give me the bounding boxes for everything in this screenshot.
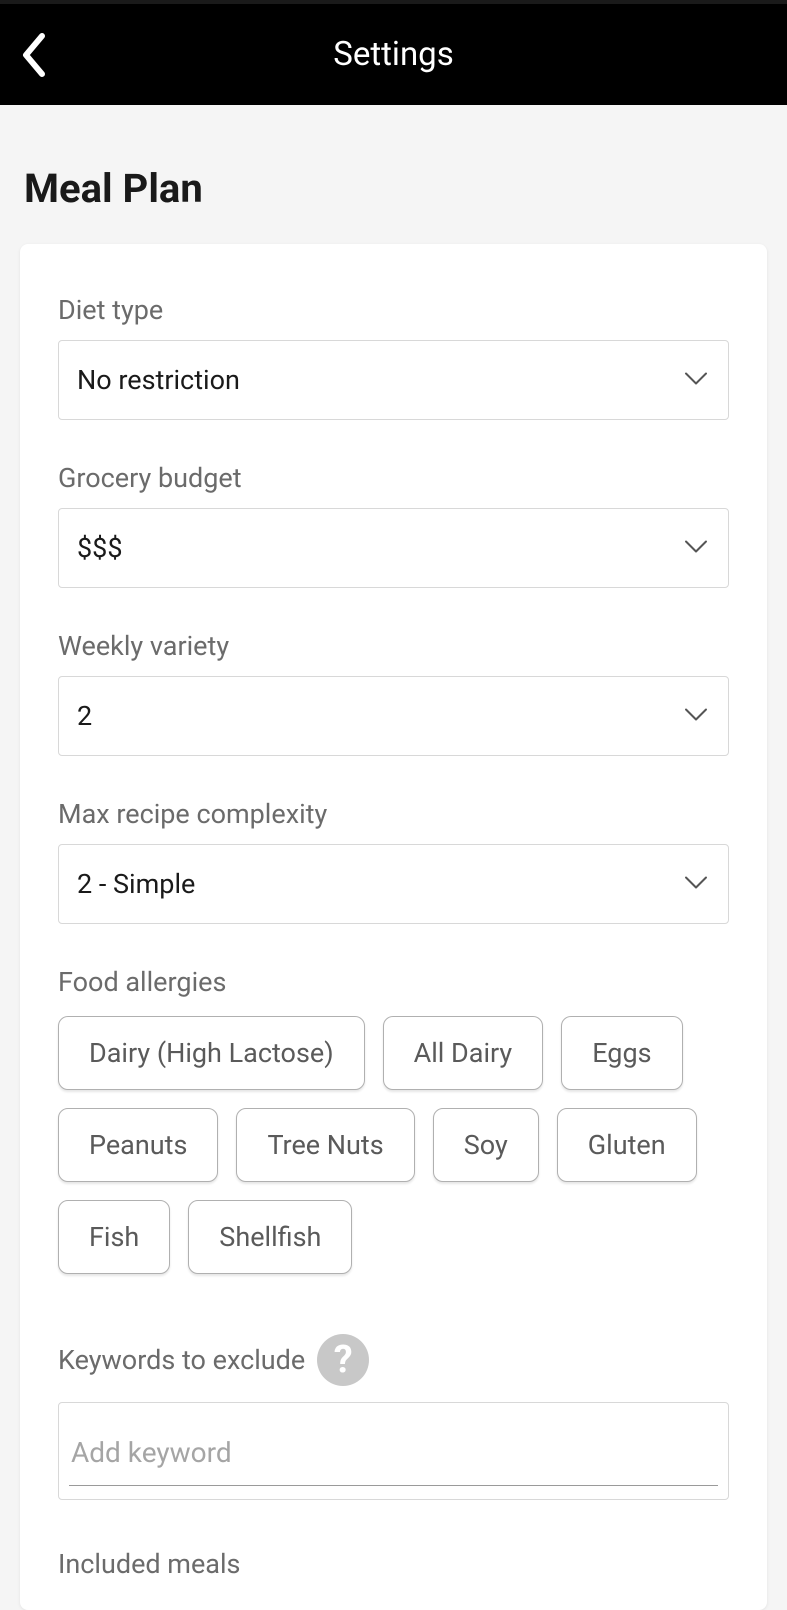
allergy-chip-soy[interactable]: Soy [433, 1108, 539, 1182]
food-allergies-field: Food allergies Dairy (High Lactose) All … [58, 966, 729, 1274]
allergy-chip-shellfish[interactable]: Shellfish [188, 1200, 352, 1274]
allergy-chip-gluten[interactable]: Gluten [557, 1108, 697, 1182]
diet-type-label: Diet type [58, 294, 729, 326]
grocery-budget-label: Grocery budget [58, 462, 729, 494]
diet-type-field: Diet type No restriction [58, 294, 729, 420]
max-complexity-select[interactable]: 2 - Simple [58, 844, 729, 924]
help-icon[interactable]: ? [317, 1334, 369, 1386]
allergy-chip-eggs[interactable]: Eggs [561, 1016, 682, 1090]
keywords-exclude-input[interactable] [69, 1416, 718, 1486]
settings-card: Diet type No restriction Grocery budget … [20, 244, 767, 1610]
food-allergies-label: Food allergies [58, 966, 729, 998]
app-header: Settings [0, 0, 787, 105]
diet-type-select[interactable]: No restriction [58, 340, 729, 420]
diet-type-value: No restriction [59, 364, 728, 396]
chevron-left-icon [18, 32, 50, 78]
max-complexity-field: Max recipe complexity 2 - Simple [58, 798, 729, 924]
allergy-chip-dairy-high-lactose[interactable]: Dairy (High Lactose) [58, 1016, 365, 1090]
grocery-budget-select[interactable]: $$$ [58, 508, 729, 588]
allergy-chips: Dairy (High Lactose) All Dairy Eggs Pean… [58, 1016, 729, 1274]
page-title: Meal Plan [20, 165, 767, 212]
weekly-variety-label: Weekly variety [58, 630, 729, 662]
chevron-down-icon [684, 707, 708, 726]
keywords-exclude-label: Keywords to exclude [58, 1344, 305, 1376]
included-meals-label: Included meals [58, 1548, 729, 1580]
max-complexity-label: Max recipe complexity [58, 798, 729, 830]
max-complexity-value: 2 - Simple [59, 868, 728, 900]
weekly-variety-select[interactable]: 2 [58, 676, 729, 756]
allergy-chip-peanuts[interactable]: Peanuts [58, 1108, 218, 1182]
back-button[interactable] [18, 32, 50, 78]
weekly-variety-field: Weekly variety 2 [58, 630, 729, 756]
chevron-down-icon [684, 539, 708, 558]
chevron-down-icon [684, 875, 708, 894]
header-title: Settings [0, 35, 787, 74]
keywords-input-wrapper [58, 1402, 729, 1500]
allergy-chip-fish[interactable]: Fish [58, 1200, 170, 1274]
allergy-chip-all-dairy[interactable]: All Dairy [383, 1016, 544, 1090]
weekly-variety-value: 2 [59, 700, 728, 732]
content-area: Meal Plan Diet type No restriction Groce… [0, 105, 787, 1610]
grocery-budget-value: $$$ [59, 532, 728, 564]
allergy-chip-tree-nuts[interactable]: Tree Nuts [236, 1108, 414, 1182]
keywords-exclude-field: Keywords to exclude ? [58, 1334, 729, 1500]
grocery-budget-field: Grocery budget $$$ [58, 462, 729, 588]
chevron-down-icon [684, 371, 708, 390]
